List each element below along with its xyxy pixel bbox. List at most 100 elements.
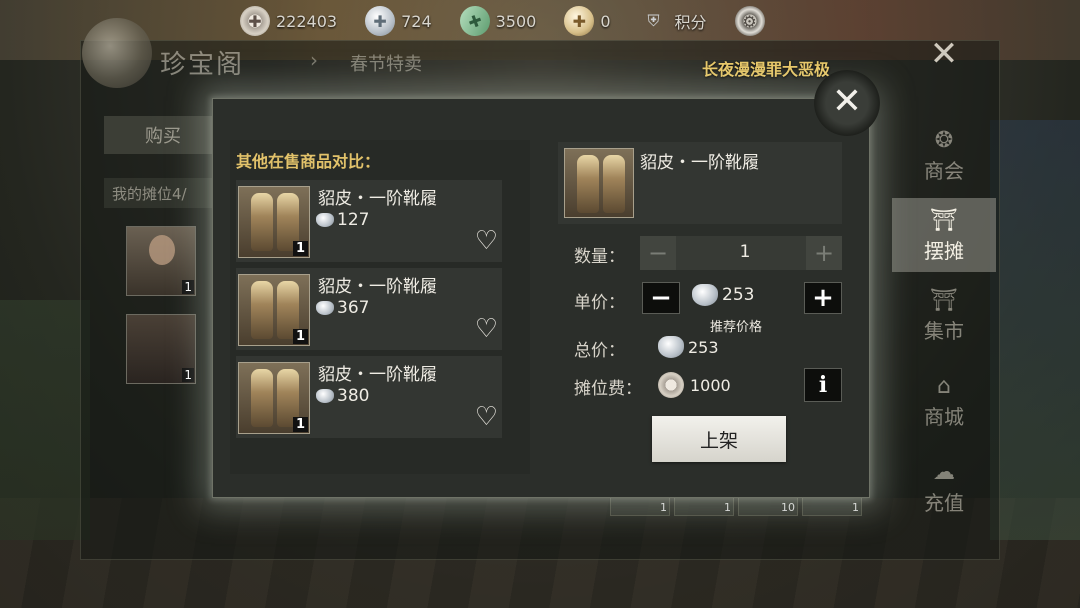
shop-title: 珍宝阁	[160, 50, 245, 80]
quantity-label: 数量：	[574, 247, 625, 267]
total-label: 总价：	[574, 341, 625, 361]
jade-value: 3500	[495, 11, 537, 31]
slot-count: 10	[781, 501, 795, 514]
quantity-stepper: − 1 +	[640, 236, 842, 270]
item-count: 1	[292, 417, 308, 432]
item-price: 367	[316, 298, 369, 318]
currency-bar: ✚ 222403 ✚ 724 ✚ 3500 ✚ 0 ⛨ 积分 ⚙	[240, 1, 799, 41]
total-value: 253	[658, 336, 719, 358]
nav-label: 商城	[924, 404, 964, 429]
total-number: 253	[688, 337, 719, 357]
heart-icon[interactable]: ♡	[475, 404, 498, 430]
item-name: 貂皮・一阶靴履	[318, 189, 437, 209]
silver-ingot-icon	[316, 301, 334, 315]
price-value: 367	[337, 298, 370, 318]
gear-icon: ⚙	[734, 6, 765, 36]
item-count: 1	[292, 241, 308, 256]
coin-icon: ✚	[240, 6, 270, 36]
fee-value: 1000	[658, 372, 731, 398]
quantity-minus-button[interactable]: −	[640, 236, 676, 270]
currency-gold[interactable]: ✚ 0	[564, 4, 611, 38]
compare-item[interactable]: 1 貂皮・一阶靴履 127 ♡	[236, 180, 502, 262]
compare-item[interactable]: 1 貂皮・一阶靴履 367 ♡	[236, 268, 502, 350]
nav-label: 商会	[924, 158, 964, 183]
my-stall-label: 我的摊位4/	[104, 178, 222, 208]
buy-tab[interactable]: 购买	[104, 116, 222, 154]
boots-icon[interactable]	[564, 148, 634, 218]
silver-ingot-icon	[316, 389, 334, 403]
heart-icon[interactable]: ♡	[475, 316, 498, 342]
skirt-count: 1	[182, 368, 194, 382]
slot-count: 1	[724, 501, 731, 514]
compare-title: 其他在售商品对比：	[236, 152, 381, 171]
close-icon[interactable]: ✕	[826, 82, 868, 124]
currency-silver[interactable]: ✚ 724	[365, 4, 432, 38]
nav-label: 集市	[924, 318, 964, 343]
quantity-value[interactable]: 1	[730, 242, 760, 262]
item-name: 貂皮・一阶靴履	[318, 365, 437, 385]
nav-item-guild[interactable]: ❂ 商会	[892, 112, 996, 198]
heart-icon[interactable]: ♡	[475, 228, 498, 254]
item-price: 127	[316, 210, 369, 230]
market-icon: ⛩	[930, 287, 958, 313]
scene-building	[990, 120, 1080, 540]
silver-ingot-icon	[316, 213, 334, 227]
stall-item-skirt[interactable]: 1	[126, 314, 196, 384]
silver-value: 724	[401, 11, 432, 31]
jade-ticket-icon: ✚	[455, 1, 494, 41]
listing-item-header: 貂皮・一阶靴履	[558, 142, 842, 224]
stall-icon: ⛩	[930, 207, 958, 233]
unit-price-label: 单价：	[574, 293, 625, 313]
nav-label: 摆摊	[924, 238, 964, 263]
fee-number: 1000	[690, 375, 731, 395]
price-minus-button[interactable]: −	[642, 282, 680, 314]
mall-icon: ⌂	[937, 373, 951, 399]
seller-avatar[interactable]: 1	[126, 226, 196, 296]
notice-text: 长夜漫漫罪大恶极	[701, 60, 830, 79]
nav-item-stall[interactable]: ⛩ 摆摊	[892, 198, 996, 272]
recommended-price-label: 推荐价格	[710, 320, 763, 335]
price-value: 380	[337, 386, 370, 406]
fee-label: 摊位费：	[574, 379, 642, 399]
unit-price-value[interactable]: 253	[692, 284, 754, 306]
avatar-count: 1	[182, 280, 194, 294]
info-button[interactable]: i	[804, 368, 842, 402]
price-value: 127	[337, 210, 370, 230]
moon-emblem	[82, 18, 152, 88]
quantity-plus-button[interactable]: +	[806, 236, 842, 270]
recharge-icon: ☁	[933, 459, 955, 485]
currency-jade[interactable]: ✚ 3500	[455, 1, 537, 41]
nav-item-recharge[interactable]: ☁ 充值	[892, 444, 996, 530]
boots-icon: 1	[238, 362, 310, 434]
item-price: 380	[316, 386, 369, 406]
coin-value: 222403	[276, 11, 338, 31]
slot-count: 1	[660, 501, 667, 514]
shop-tab[interactable]: 春节特卖	[350, 50, 422, 76]
nav-label: 充值	[924, 490, 964, 515]
list-item-button[interactable]: 上架	[652, 416, 786, 462]
compare-item[interactable]: 1 貂皮・一阶靴履 380 ♡	[236, 356, 502, 438]
boots-icon: 1	[238, 274, 310, 346]
chevron-right-icon: ›	[310, 48, 318, 72]
settings-button[interactable]: ⚙	[734, 4, 771, 38]
nav-item-market[interactable]: ⛩ 集市	[892, 272, 996, 358]
shield-icon: ⛨	[647, 11, 660, 30]
price-plus-button[interactable]: +	[804, 282, 842, 314]
silver-ingot-icon	[658, 336, 684, 358]
nav-item-mall[interactable]: ⌂ 商城	[892, 358, 996, 444]
item-name: 貂皮・一阶靴履	[318, 277, 437, 297]
gold-ingot-icon: ✚	[564, 6, 595, 36]
points-button[interactable]: ⛨ 积分	[639, 4, 707, 38]
side-nav: ❂ 商会 ⛩ 摆摊 ⛩ 集市 ⌂ 商城 ☁ 充值	[892, 112, 996, 530]
shop-close-icon[interactable]: ✕	[928, 37, 960, 71]
guild-icon: ❂	[934, 127, 954, 153]
slot-count: 1	[852, 501, 859, 514]
scene-foliage	[0, 300, 90, 540]
item-count: 1	[292, 329, 308, 344]
silver-ingot-icon	[692, 284, 718, 306]
gold-value: 0	[600, 11, 611, 31]
unit-price-number: 253	[722, 285, 755, 305]
currency-coin[interactable]: ✚ 222403	[240, 4, 337, 38]
listing-item-name: 貂皮・一阶靴履	[640, 153, 759, 173]
boots-icon: 1	[238, 186, 310, 258]
